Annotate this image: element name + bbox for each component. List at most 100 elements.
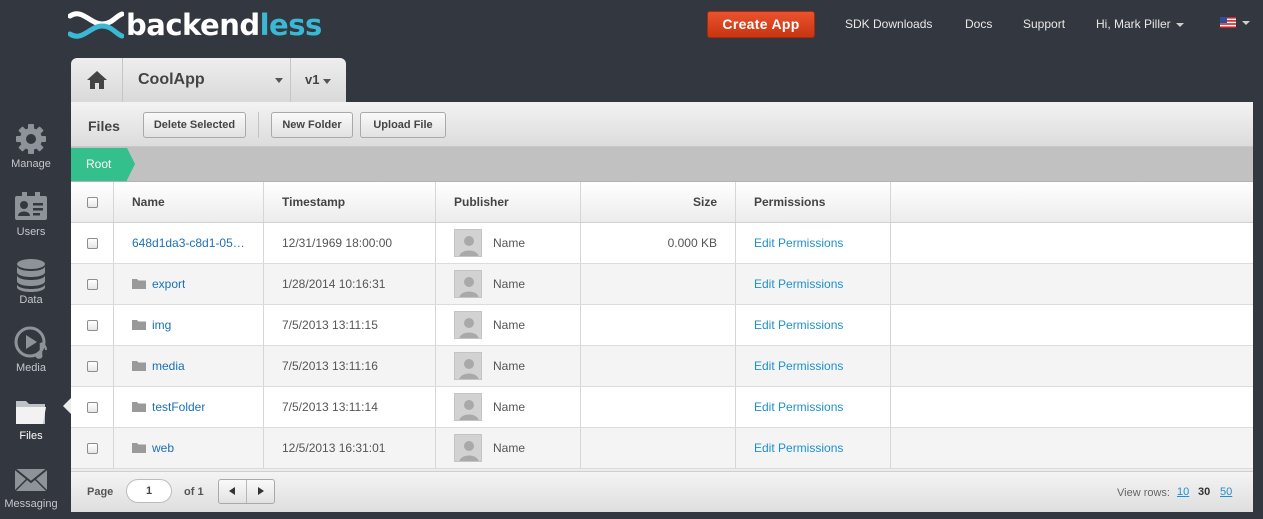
permissions-cell: Edit Permissions — [736, 264, 891, 304]
file-name-link[interactable]: export — [152, 277, 185, 291]
column-header-filler — [891, 182, 1253, 222]
nav-item-messaging[interactable]: Messaging — [0, 454, 62, 519]
timestamp-text: 7/5/2013 13:11:15 — [282, 318, 378, 332]
upload-file-button[interactable]: Upload File — [360, 112, 446, 138]
user-silhouette-icon — [459, 441, 479, 461]
user-silhouette-icon — [459, 400, 479, 420]
logo-wave-icon — [68, 11, 124, 39]
file-name-link[interactable]: 648d1da3-c8d1-05… — [132, 236, 245, 250]
edit-permissions-link[interactable]: Edit Permissions — [754, 277, 843, 291]
nav-item-media[interactable]: Media — [0, 318, 62, 386]
page-count-label: of 1 — [184, 486, 204, 498]
table-row[interactable]: web 12/5/2013 16:31:01 Name Edit Permiss… — [71, 428, 1253, 469]
folder-icon — [132, 320, 146, 330]
row-checkbox[interactable] — [86, 319, 98, 331]
version-selector[interactable]: v1 — [291, 58, 346, 102]
app-name: CoolApp — [138, 71, 205, 88]
row-checkbox[interactable] — [86, 278, 98, 290]
folder-icon — [132, 443, 146, 453]
edit-permissions-link[interactable]: Edit Permissions — [754, 318, 843, 332]
view-rows-30[interactable]: 30 — [1198, 486, 1210, 498]
name-cell: export — [114, 264, 264, 304]
edit-permissions-link[interactable]: Edit Permissions — [754, 236, 843, 250]
active-nav-pointer — [63, 398, 71, 414]
row-filler — [891, 264, 1253, 304]
app-selector[interactable]: CoolApp — [123, 58, 291, 102]
row-checkbox[interactable] — [86, 237, 98, 249]
nav-item-manage[interactable]: Manage — [0, 114, 62, 182]
permissions-cell: Edit Permissions — [736, 305, 891, 345]
column-header-name[interactable]: Name — [114, 182, 264, 222]
delete-selected-button[interactable]: Delete Selected — [143, 112, 246, 138]
nav-label-users: Users — [16, 226, 46, 238]
row-checkbox-cell — [71, 346, 114, 386]
app-version: v1 — [305, 72, 320, 87]
table-row[interactable]: img 7/5/2013 13:11:15 Name Edit Permissi… — [71, 305, 1253, 346]
sdk-downloads-link[interactable]: SDK Downloads — [845, 17, 932, 31]
file-name-link[interactable]: web — [152, 441, 174, 455]
column-header-permissions[interactable]: Permissions — [736, 182, 891, 222]
publisher-name: Name — [493, 277, 526, 291]
avatar — [454, 229, 482, 257]
docs-link[interactable]: Docs — [965, 17, 992, 31]
folder-icon — [132, 361, 146, 371]
view-rows-50[interactable]: 50 — [1220, 486, 1232, 498]
user-menu[interactable]: Hi, Mark Piller — [1096, 17, 1184, 31]
table-row[interactable]: 648d1da3-c8d1-05… 12/31/1969 18:00:00 Na… — [71, 223, 1253, 264]
row-checkbox[interactable] — [86, 442, 98, 454]
nav-item-users[interactable]: Users — [0, 182, 62, 250]
row-checkbox-cell — [71, 387, 114, 427]
row-checkbox[interactable] — [86, 360, 98, 372]
column-header-timestamp[interactable]: Timestamp — [264, 182, 436, 222]
timestamp-text: 7/5/2013 13:11:14 — [282, 400, 378, 414]
size-cell — [581, 305, 736, 345]
permissions-cell: Edit Permissions — [736, 223, 891, 263]
us-flag-icon[interactable] — [1220, 17, 1236, 28]
table-footer: Page of 1 View rows: 10 30 50 — [71, 471, 1253, 512]
edit-permissions-link[interactable]: Edit Permissions — [754, 441, 843, 455]
select-all-checkbox[interactable] — [86, 196, 98, 208]
chevron-down-icon — [1175, 22, 1184, 27]
folder-icon — [132, 279, 146, 289]
language-chevron-icon[interactable] — [1242, 21, 1250, 25]
file-name-link[interactable]: media — [152, 359, 185, 373]
new-folder-button[interactable]: New Folder — [271, 112, 353, 138]
edit-permissions-link[interactable]: Edit Permissions — [754, 400, 843, 414]
prev-page-button[interactable] — [219, 480, 246, 503]
file-name-link[interactable]: testFolder — [152, 400, 205, 414]
breadcrumb-root[interactable]: Root — [71, 148, 127, 181]
table-row[interactable]: export 1/28/2014 10:16:31 Name Edit Perm… — [71, 264, 1253, 305]
nav-label-data: Data — [19, 294, 43, 306]
row-filler — [891, 346, 1253, 386]
file-name-link[interactable]: img — [152, 318, 171, 332]
row-checkbox[interactable] — [86, 401, 98, 413]
edit-permissions-link[interactable]: Edit Permissions — [754, 359, 843, 373]
table-row[interactable]: testFolder 7/5/2013 13:11:14 Name Edit P… — [71, 387, 1253, 428]
page-number-input[interactable] — [126, 479, 172, 503]
support-link[interactable]: Support — [1023, 17, 1065, 31]
nav-label-manage: Manage — [11, 158, 51, 170]
nav-label-media: Media — [16, 362, 46, 374]
table-row[interactable]: media 7/5/2013 13:11:16 Name Edit Permis… — [71, 346, 1253, 387]
publisher-cell: Name — [436, 428, 581, 468]
arrow-right-icon — [258, 487, 265, 495]
home-tab[interactable] — [71, 58, 123, 102]
publisher-name: Name — [493, 400, 526, 414]
breadcrumb: Root — [71, 147, 1253, 182]
row-checkbox-cell — [71, 223, 114, 263]
app-tabs: CoolApp v1 — [71, 58, 346, 102]
avatar — [454, 270, 482, 298]
chevron-down-icon — [323, 79, 331, 84]
nav-item-files[interactable]: Files — [0, 386, 62, 454]
user-card-icon — [15, 192, 47, 220]
nav-item-data[interactable]: Data — [0, 250, 62, 318]
column-header-size[interactable]: Size — [581, 182, 736, 222]
timestamp-text: 7/5/2013 13:11:16 — [282, 359, 378, 373]
column-header-publisher[interactable]: Publisher — [436, 182, 581, 222]
next-page-button[interactable] — [246, 480, 274, 503]
view-rows-10[interactable]: 10 — [1177, 486, 1189, 498]
pager — [218, 479, 275, 504]
create-app-button[interactable]: Create App — [707, 11, 815, 38]
permissions-cell: Edit Permissions — [736, 428, 891, 468]
backendless-logo[interactable]: backendless — [68, 8, 322, 42]
